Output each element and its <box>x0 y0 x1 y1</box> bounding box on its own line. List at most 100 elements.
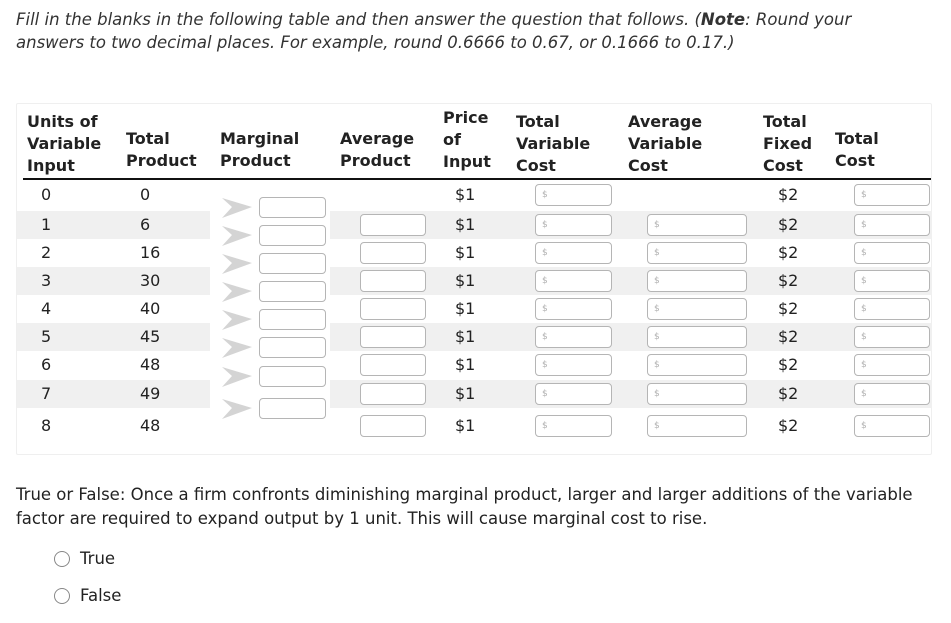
option-false-label: False <box>80 586 122 605</box>
header-line: Product <box>126 151 197 170</box>
total-variable-cost-input[interactable] <box>535 184 612 206</box>
total-cost-input[interactable] <box>854 184 930 206</box>
marginal-product-input[interactable] <box>259 281 326 302</box>
header-line: Fixed <box>763 134 813 153</box>
header-line: Average <box>340 129 415 148</box>
header-total-fixed-cost: Total Fixed Cost <box>763 111 812 177</box>
total-fixed-cost-cell: $2 <box>778 327 799 346</box>
total-fixed-cost-cell: $2 <box>778 384 799 403</box>
header-line: Cost <box>763 156 803 175</box>
radio-false[interactable] <box>54 587 70 604</box>
header-line: Units of <box>27 112 98 131</box>
header-line: Variable <box>27 134 102 153</box>
radio-true[interactable] <box>54 550 70 567</box>
header-total-product: Total Product <box>126 128 197 172</box>
chevron-right-icon <box>220 337 254 359</box>
marginal-product-input[interactable] <box>259 225 326 246</box>
average-product-input[interactable] <box>360 383 426 405</box>
total-variable-cost-input[interactable] <box>535 383 612 405</box>
total-variable-cost-input[interactable] <box>535 214 612 236</box>
price-cell: $1 <box>455 384 476 403</box>
marginal-product-input[interactable] <box>259 337 326 358</box>
chevron-right-icon <box>220 309 254 331</box>
average-variable-cost-input[interactable] <box>647 383 747 405</box>
header-line: Cost <box>835 151 875 170</box>
marginal-product-input[interactable] <box>259 366 326 387</box>
header-line: Average <box>628 112 703 131</box>
price-cell: $1 <box>455 416 476 435</box>
average-product-input[interactable] <box>360 214 426 236</box>
total-fixed-cost-cell: $2 <box>778 299 799 318</box>
note-label: Note <box>700 10 746 29</box>
header-average-product: Average Product <box>340 128 414 172</box>
average-variable-cost-input[interactable] <box>647 354 747 376</box>
header-total-variable-cost: Total Variable Cost <box>516 111 590 177</box>
total-variable-cost-input[interactable] <box>535 415 612 437</box>
total-fixed-cost-cell: $2 <box>778 271 799 290</box>
average-variable-cost-input[interactable] <box>647 326 747 348</box>
header-line: Total <box>763 112 807 131</box>
total-product-cell: 49 <box>140 384 161 403</box>
total-variable-cost-input[interactable] <box>535 242 612 264</box>
option-false[interactable]: False <box>54 586 121 605</box>
units-cell: 1 <box>41 215 52 234</box>
header-average-variable-cost: Average Variable Cost <box>628 111 702 177</box>
total-cost-input[interactable] <box>854 214 930 236</box>
total-cost-input[interactable] <box>854 383 930 405</box>
marginal-product-input[interactable] <box>259 398 326 419</box>
chevron-right-icon <box>220 253 254 275</box>
average-variable-cost-input[interactable] <box>647 415 747 437</box>
price-cell: $1 <box>455 299 476 318</box>
total-product-cell: 0 <box>140 185 151 204</box>
units-cell: 8 <box>41 416 52 435</box>
total-variable-cost-input[interactable] <box>535 354 612 376</box>
units-cell: 3 <box>41 271 52 290</box>
header-line: Input <box>27 156 75 175</box>
total-cost-input[interactable] <box>854 354 930 376</box>
total-product-cell: 6 <box>140 215 151 234</box>
header-line: Marginal <box>220 129 300 148</box>
total-product-cell: 48 <box>140 416 161 435</box>
total-fixed-cost-cell: $2 <box>778 185 799 204</box>
average-product-input[interactable] <box>360 298 426 320</box>
question-text: True or False: Once a firm confronts dim… <box>16 485 913 528</box>
average-product-input[interactable] <box>360 270 426 292</box>
header-line: Total <box>835 129 879 148</box>
instructions-prefix: Fill in the blanks in the following tabl… <box>16 10 701 29</box>
marginal-product-input[interactable] <box>259 197 326 218</box>
average-variable-cost-input[interactable] <box>647 214 747 236</box>
average-variable-cost-input[interactable] <box>647 298 747 320</box>
total-fixed-cost-cell: $2 <box>778 215 799 234</box>
average-product-input[interactable] <box>360 326 426 348</box>
option-true[interactable]: True <box>54 549 115 568</box>
units-cell: 0 <box>41 185 52 204</box>
average-variable-cost-input[interactable] <box>647 242 747 264</box>
header-price-of-input: Price of Input <box>443 107 491 173</box>
average-product-input[interactable] <box>360 415 426 437</box>
marginal-product-input[interactable] <box>259 309 326 330</box>
header-line: Variable <box>628 134 703 153</box>
total-product-cell: 40 <box>140 299 161 318</box>
average-variable-cost-input[interactable] <box>647 270 747 292</box>
price-cell: $1 <box>455 271 476 290</box>
total-cost-input[interactable] <box>854 326 930 348</box>
marginal-product-input[interactable] <box>259 253 326 274</box>
total-cost-input[interactable] <box>854 242 930 264</box>
units-cell: 2 <box>41 243 52 262</box>
total-cost-input[interactable] <box>854 298 930 320</box>
units-cell: 4 <box>41 299 52 318</box>
header-line: Cost <box>516 156 556 175</box>
total-product-cell: 45 <box>140 327 161 346</box>
total-variable-cost-input[interactable] <box>535 270 612 292</box>
total-cost-input[interactable] <box>854 415 930 437</box>
units-cell: 6 <box>41 355 52 374</box>
total-fixed-cost-cell: $2 <box>778 416 799 435</box>
average-product-input[interactable] <box>360 242 426 264</box>
average-product-input[interactable] <box>360 354 426 376</box>
header-line: Price <box>443 108 489 127</box>
total-cost-input[interactable] <box>854 270 930 292</box>
header-marginal-product: Marginal Product <box>220 128 299 172</box>
chevron-right-icon <box>220 197 254 219</box>
total-variable-cost-input[interactable] <box>535 298 612 320</box>
total-variable-cost-input[interactable] <box>535 326 612 348</box>
